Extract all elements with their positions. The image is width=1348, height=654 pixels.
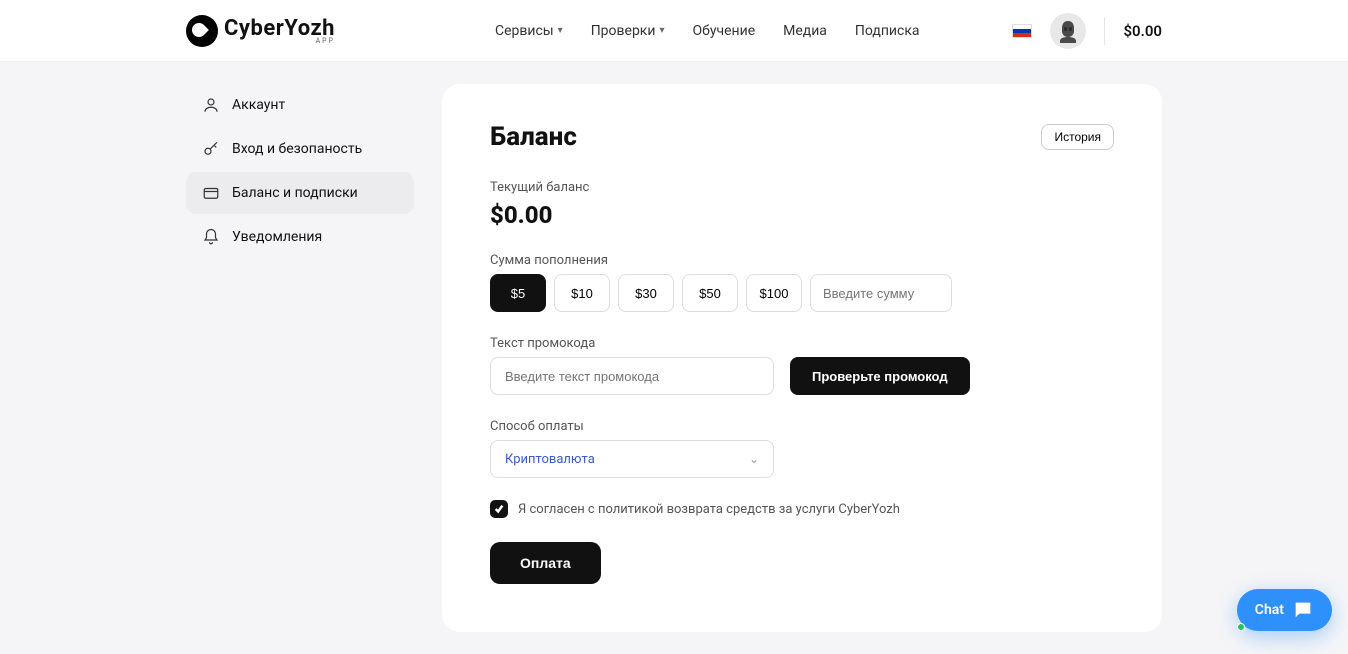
amount-5[interactable]: $5 — [490, 274, 546, 312]
panel-head: Баланс История — [490, 122, 1114, 152]
amount-100[interactable]: $100 — [746, 274, 802, 312]
layout: Аккаунт Вход и безопаность Баланс и подп… — [0, 62, 1348, 654]
sidebar-item-label: Вход и безопаность — [232, 141, 362, 157]
amount-custom-input[interactable] — [810, 274, 952, 312]
chat-label: Chat — [1255, 602, 1284, 618]
sidebar-item-label: Уведомления — [232, 229, 322, 245]
user-icon — [202, 96, 220, 114]
header: CyberYozh APP Сервисы ▾ Проверки ▾ Обуче… — [0, 0, 1348, 62]
logo[interactable]: CyberYozh APP — [186, 15, 335, 47]
header-balance: $0.00 — [1123, 22, 1162, 40]
header-right: $0.00 — [1012, 13, 1162, 49]
amount-30[interactable]: $30 — [618, 274, 674, 312]
nav-media[interactable]: Медиа — [783, 23, 827, 39]
pay-button[interactable]: Оплата — [490, 542, 601, 584]
divider — [1104, 17, 1105, 45]
user-mask-icon — [1056, 19, 1080, 43]
nav-services[interactable]: Сервисы ▾ — [495, 23, 563, 39]
check-icon — [494, 504, 504, 514]
online-dot-icon — [1237, 623, 1245, 631]
current-balance-value: $0.00 — [490, 201, 1114, 229]
current-balance-label: Текущий баланс — [490, 180, 1114, 195]
payment-method-label: Способ оплаты — [490, 419, 1114, 434]
chevron-down-icon: ⌄ — [749, 452, 759, 466]
amount-row: $5 $10 $30 $50 $100 — [490, 274, 1114, 312]
balance-panel: Баланс История Текущий баланс $0.00 Сумм… — [442, 84, 1162, 632]
sidebar-item-label: Аккаунт — [232, 97, 285, 113]
sidebar: Аккаунт Вход и безопаность Баланс и подп… — [186, 84, 414, 632]
avatar[interactable] — [1050, 13, 1086, 49]
topup-label: Сумма пополнения — [490, 253, 1114, 268]
promo-row: Проверьте промокод — [490, 357, 1114, 395]
chat-bubble-icon — [1292, 599, 1314, 621]
check-promo-button[interactable]: Проверьте промокод — [790, 357, 970, 395]
agree-row: Я согласен с политикой возврата средств … — [490, 500, 1114, 518]
sidebar-item-account[interactable]: Аккаунт — [186, 84, 414, 126]
sidebar-item-notifications[interactable]: Уведомления — [186, 216, 414, 258]
nav-checks[interactable]: Проверки ▾ — [591, 23, 665, 39]
promo-label: Текст промокода — [490, 336, 1114, 351]
promo-input[interactable] — [490, 357, 774, 395]
logo-icon — [186, 15, 218, 47]
nav-training[interactable]: Обучение — [693, 23, 756, 39]
payment-method-value: Криптовалюта — [505, 452, 595, 467]
card-icon — [202, 184, 220, 202]
language-flag-ru[interactable] — [1012, 24, 1032, 38]
sidebar-item-security[interactable]: Вход и безопаность — [186, 128, 414, 170]
chevron-down-icon: ▾ — [558, 25, 563, 36]
amount-50[interactable]: $50 — [682, 274, 738, 312]
bell-icon — [202, 228, 220, 246]
history-button[interactable]: История — [1041, 124, 1114, 150]
agree-checkbox[interactable] — [490, 500, 508, 518]
main-nav: Сервисы ▾ Проверки ▾ Обучение Медиа Подп… — [495, 23, 920, 39]
agree-text: Я согласен с политикой возврата средств … — [518, 502, 900, 517]
panel-title: Баланс — [490, 122, 577, 152]
sidebar-item-balance[interactable]: Баланс и подписки — [186, 172, 414, 214]
sidebar-item-label: Баланс и подписки — [232, 185, 358, 201]
key-icon — [202, 140, 220, 158]
chevron-down-icon: ▾ — [659, 25, 664, 36]
nav-subscription[interactable]: Подписка — [855, 23, 920, 39]
payment-method-select[interactable]: Криптовалюта ⌄ — [490, 440, 774, 478]
chat-widget[interactable]: Chat — [1237, 589, 1332, 631]
amount-10[interactable]: $10 — [554, 274, 610, 312]
